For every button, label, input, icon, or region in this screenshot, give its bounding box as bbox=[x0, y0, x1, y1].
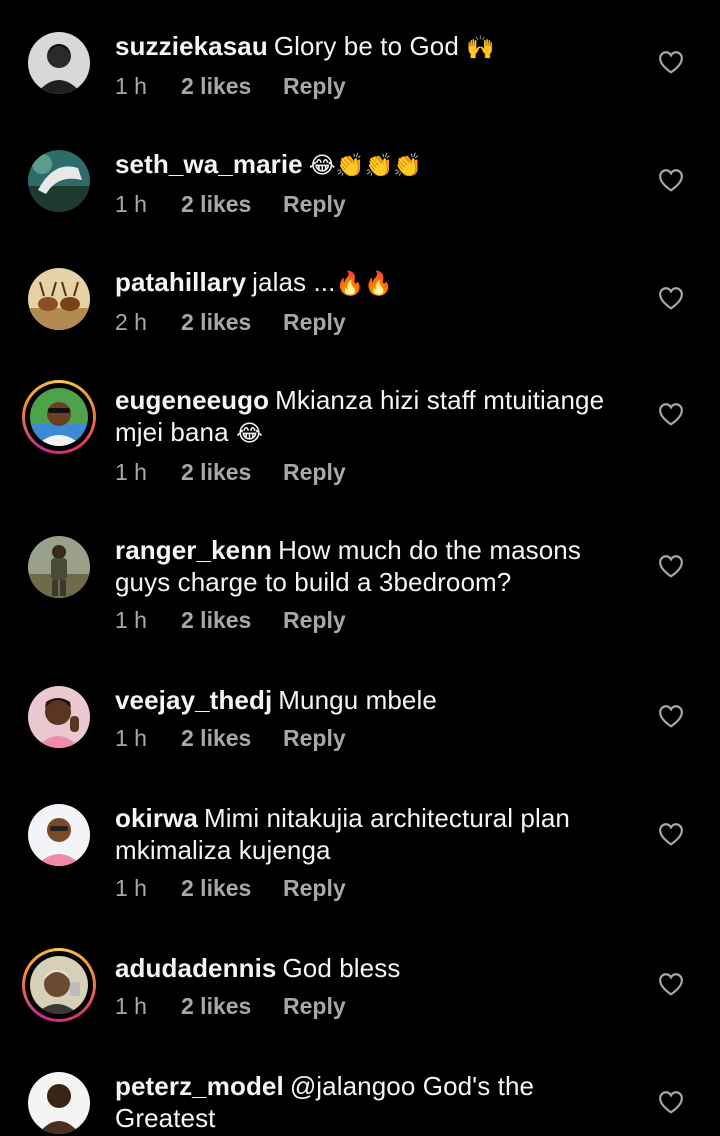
comment-text: Mungu mbele bbox=[278, 685, 437, 715]
heart-outline-icon[interactable] bbox=[658, 168, 684, 192]
comment-username[interactable]: seth_wa_marie bbox=[115, 149, 303, 179]
reply-button[interactable]: Reply bbox=[283, 607, 346, 634]
comment-emoji: 😂👏👏👏 bbox=[308, 153, 422, 179]
reply-button[interactable]: Reply bbox=[283, 459, 346, 486]
comment-text: jalas ... bbox=[252, 267, 336, 297]
comment-likes[interactable]: 2 likes bbox=[181, 725, 283, 752]
avatar[interactable] bbox=[26, 1070, 92, 1136]
reply-button[interactable]: Reply bbox=[283, 725, 346, 752]
comment-likes[interactable]: 2 likes bbox=[181, 993, 283, 1020]
comment-time: 1 h bbox=[115, 874, 147, 901]
comment-time: 1 h bbox=[115, 190, 147, 217]
heart-outline-icon[interactable] bbox=[658, 972, 684, 996]
heart-outline-icon[interactable] bbox=[658, 1090, 684, 1114]
comment-likes[interactable]: 2 likes bbox=[181, 191, 283, 218]
comment-time: 1 h bbox=[115, 992, 147, 1019]
comment-username[interactable]: patahillary bbox=[115, 267, 246, 297]
comment-time: 2 h bbox=[115, 308, 147, 335]
avatar[interactable] bbox=[22, 948, 96, 1022]
comment-likes[interactable]: 2 likes bbox=[181, 607, 283, 634]
reply-button[interactable]: Reply bbox=[283, 191, 346, 218]
avatar[interactable] bbox=[22, 380, 96, 454]
comment-time: 1 h bbox=[115, 606, 147, 633]
heart-outline-icon[interactable] bbox=[658, 822, 684, 846]
comment-username[interactable]: ranger_kenn bbox=[115, 535, 272, 565]
heart-outline-icon[interactable] bbox=[658, 286, 684, 310]
avatar[interactable] bbox=[26, 148, 92, 214]
heart-outline-icon[interactable] bbox=[658, 554, 684, 578]
heart-outline-icon[interactable] bbox=[658, 50, 684, 74]
avatar[interactable] bbox=[26, 30, 92, 96]
comment-username[interactable]: eugeneeugo bbox=[115, 385, 269, 415]
avatar[interactable] bbox=[26, 534, 92, 600]
heart-outline-icon[interactable] bbox=[658, 704, 684, 728]
comment-emoji: 🙌 bbox=[466, 35, 495, 61]
avatar[interactable] bbox=[26, 802, 92, 868]
comment-time: 1 h bbox=[115, 458, 147, 485]
comment-text: Glory be to God bbox=[273, 31, 459, 61]
comment-username[interactable]: adudadennis bbox=[115, 953, 276, 983]
comment-likes[interactable]: 2 likes bbox=[181, 875, 283, 902]
comment-likes[interactable]: 2 likes bbox=[181, 459, 283, 486]
comment-emoji: 😂 bbox=[235, 421, 263, 447]
comment-likes[interactable]: 2 likes bbox=[181, 309, 283, 336]
comment-username[interactable]: veejay_thedj bbox=[115, 685, 272, 715]
comment-time: 1 h bbox=[115, 72, 147, 99]
reply-button[interactable]: Reply bbox=[283, 993, 346, 1020]
reply-button[interactable]: Reply bbox=[283, 875, 346, 902]
reply-button[interactable]: Reply bbox=[283, 73, 346, 100]
comment-username[interactable]: peterz_model bbox=[115, 1071, 284, 1101]
heart-outline-icon[interactable] bbox=[658, 402, 684, 426]
comment-time: 1 h bbox=[115, 724, 147, 751]
comment-likes[interactable]: 2 likes bbox=[181, 73, 283, 100]
comment-emoji: 🔥🔥 bbox=[335, 271, 393, 297]
reply-button[interactable]: Reply bbox=[283, 309, 346, 336]
comment-username[interactable]: suzziekasau bbox=[115, 31, 268, 61]
comment-text: God bless bbox=[282, 953, 401, 983]
avatar[interactable] bbox=[26, 684, 92, 750]
avatar[interactable] bbox=[26, 266, 92, 332]
comment-username[interactable]: okirwa bbox=[115, 803, 198, 833]
